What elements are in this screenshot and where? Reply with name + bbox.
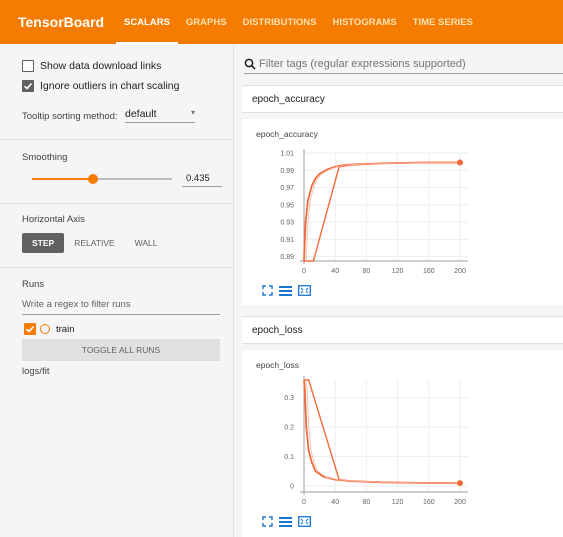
group-header-epoch-loss[interactable]: epoch_loss <box>242 316 563 344</box>
horizontal-axis-options: STEP RELATIVE WALL <box>22 233 168 253</box>
data-table-icon[interactable] <box>279 285 292 296</box>
tag-filter-placeholder: Filter tags (regular expressions support… <box>259 57 466 70</box>
tooltip-sort-value: default <box>125 108 157 120</box>
axis-relative-button[interactable]: RELATIVE <box>64 233 124 253</box>
series-endpoint-marker <box>457 159 463 166</box>
x-tick-label: 0 <box>302 499 306 506</box>
raw-series-line <box>304 379 461 484</box>
x-tick-label: 80 <box>363 268 371 275</box>
toggle-all-runs-button[interactable]: TOGGLE ALL RUNS <box>22 339 220 361</box>
axis-wall-button[interactable]: WALL <box>125 233 168 253</box>
run-train-label: train <box>56 323 75 335</box>
show-download-row[interactable]: Show data download links <box>22 60 161 72</box>
x-tick-label: 200 <box>454 268 466 275</box>
top-bar: TensorBoard SCALARS GRAPHS DISTRIBUTIONS… <box>0 0 563 44</box>
chart-card-epoch-accuracy: epoch_accuracy 1.01 0.99 0.97 0.95 0.93 0.91 0… <box>242 119 563 305</box>
smoothing-section <box>0 140 234 204</box>
log-directory: logs/fit <box>22 366 50 377</box>
x-tick-label: 160 <box>423 499 435 506</box>
y-tick-label: 0 <box>290 484 294 491</box>
app-title: TensorBoard <box>18 14 105 30</box>
smoothing-slider[interactable] <box>32 174 172 184</box>
raw-series-line <box>304 161 460 262</box>
ignore-outliers-checkbox[interactable] <box>22 80 34 92</box>
ignore-outliers-row[interactable]: Ignore outliers in chart scaling <box>22 80 180 92</box>
axis-step-button[interactable]: STEP <box>22 233 65 253</box>
y-tick-label: 0.91 <box>280 237 294 244</box>
accuracy-chart: 1.01 0.99 0.97 0.95 0.93 0.91 0.89 0 40 80 120 160 2… <box>280 149 468 275</box>
dropdown-arrow-icon: ▾ <box>190 108 195 117</box>
y-tick-label: 0.95 <box>280 202 294 209</box>
fit-domain-icon[interactable] <box>298 285 311 296</box>
y-tick-label: 0.99 <box>280 168 294 175</box>
runs-label: Runs <box>22 279 45 290</box>
x-tick-label: 160 <box>423 268 435 275</box>
smoothing-slider-fill <box>32 178 93 180</box>
run-color-swatch[interactable] <box>40 324 50 334</box>
sidebar: Show data download links Ignore outliers… <box>0 44 234 537</box>
expand-icon[interactable] <box>262 516 273 527</box>
tab-distributions[interactable]: DISTRIBUTIONS <box>235 0 325 44</box>
tab-scalars[interactable]: SCALARS <box>116 0 178 44</box>
run-train-checkbox[interactable] <box>24 323 36 335</box>
tab-graphs[interactable]: GRAPHS <box>178 0 235 44</box>
x-tick-label: 40 <box>331 268 339 275</box>
tab-time-series[interactable]: TIME SERIES <box>405 0 481 44</box>
x-tick-label: 0 <box>302 268 306 275</box>
tooltip-sort-label: Tooltip sorting method: <box>22 111 118 122</box>
tag-filter-input[interactable]: Filter tags (regular expressions support… <box>244 54 563 74</box>
horizontal-axis-label: Horizontal Axis <box>22 214 85 225</box>
smoothing-slider-thumb[interactable] <box>87 174 98 184</box>
settings-section <box>0 44 234 140</box>
group-header-epoch-accuracy[interactable]: epoch_accuracy <box>242 85 563 113</box>
ignore-outliers-label: Ignore outliers in chart scaling <box>40 80 180 92</box>
x-tick-label: 120 <box>392 499 404 506</box>
series-endpoint-marker <box>457 480 463 487</box>
show-download-label: Show data download links <box>40 60 162 72</box>
ghost-series-line <box>305 379 463 484</box>
runs-filter-input[interactable]: Write a regex to filter runs <box>22 299 220 315</box>
smoothing-label: Smoothing <box>22 152 68 163</box>
tab-histograms[interactable]: HISTOGRAMS <box>324 0 404 44</box>
tooltip-sort-select[interactable]: default ▾ <box>125 108 195 123</box>
x-tick-label: 120 <box>392 268 404 275</box>
x-tick-label: 80 <box>363 499 371 506</box>
x-tick-label: 200 <box>454 499 466 506</box>
x-tick-label: 40 <box>331 499 339 506</box>
y-tick-label: 0.97 <box>280 185 294 192</box>
y-tick-label: 1.01 <box>280 151 294 158</box>
chart-actions <box>262 516 311 527</box>
chart-actions <box>262 285 311 296</box>
y-tick-label: 0.2 <box>284 425 294 432</box>
search-icon <box>244 58 256 70</box>
y-tick-label: 0.1 <box>284 454 294 461</box>
chart-card-epoch-loss: epoch_loss 0.3 0.2 0.1 0 0 40 80 120 160 200 <box>242 350 563 537</box>
check-icon <box>23 82 33 90</box>
smoothing-value-input[interactable]: 0.435 <box>182 173 222 187</box>
expand-icon[interactable] <box>262 285 273 296</box>
fit-domain-icon[interactable] <box>298 516 311 527</box>
nav-tabs: SCALARS GRAPHS DISTRIBUTIONS HISTOGRAMS … <box>116 0 481 44</box>
y-tick-label: 0.93 <box>280 220 294 227</box>
run-row-train[interactable]: train <box>24 323 74 335</box>
smoothed-series-line <box>303 379 461 485</box>
check-icon <box>25 325 35 333</box>
loss-chart: 0.3 0.2 0.1 0 0 40 80 120 160 200 <box>284 376 468 506</box>
y-tick-label: 0.89 <box>280 254 294 261</box>
show-download-checkbox[interactable] <box>22 60 34 72</box>
data-table-icon[interactable] <box>279 516 292 527</box>
main-content: Filter tags (regular expressions support… <box>234 44 563 537</box>
y-tick-label: 0.3 <box>284 395 294 402</box>
ghost-series-line <box>305 162 463 262</box>
